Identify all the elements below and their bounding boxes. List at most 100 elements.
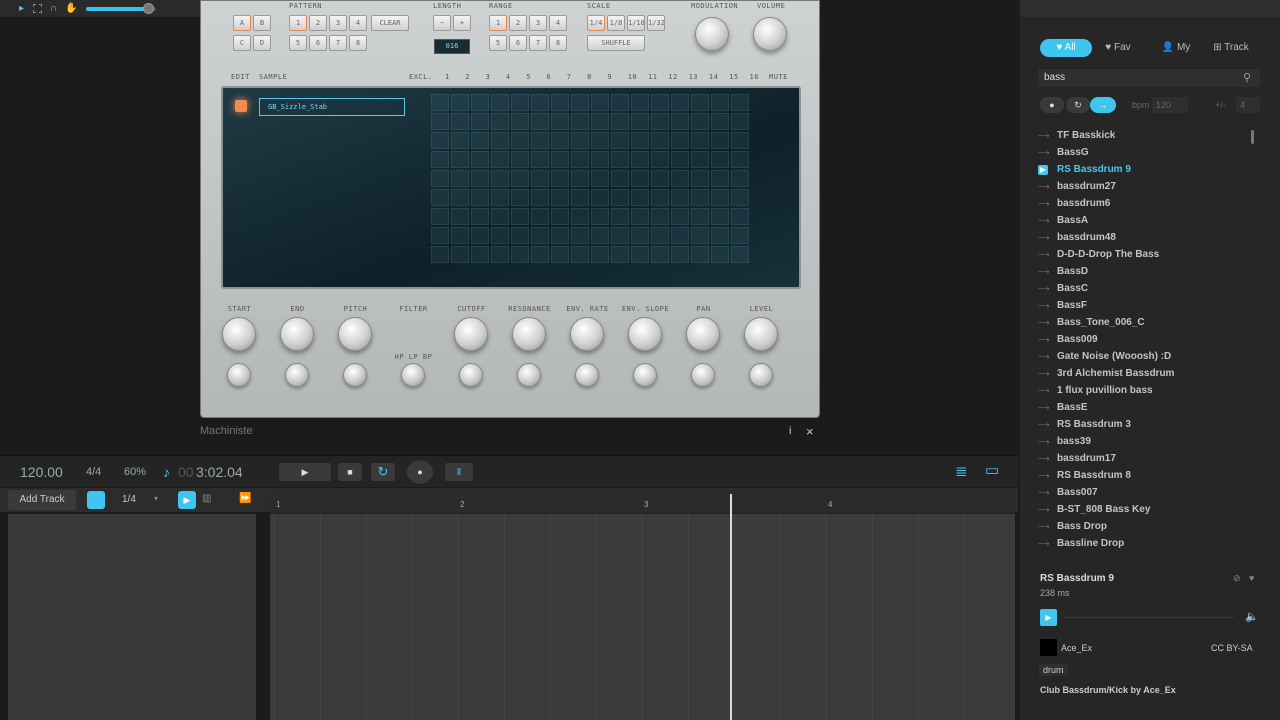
modulation-amount-knob[interactable]: [575, 363, 599, 387]
select-arrow-icon[interactable]: ▸: [16, 3, 27, 14]
step-cell[interactable]: [491, 94, 509, 111]
step-cell[interactable]: [671, 227, 689, 244]
knob[interactable]: [570, 317, 604, 351]
result-item[interactable]: ⟶ RS Bassdrum 3: [1038, 416, 1260, 433]
all-filter-icon[interactable]: →: [1090, 97, 1116, 113]
step-cell[interactable]: [651, 94, 669, 111]
step-cell[interactable]: [731, 151, 749, 168]
one-shot-icon[interactable]: ⟶: [1038, 539, 1049, 549]
edit-led[interactable]: [235, 100, 247, 112]
result-item[interactable]: ⟶ bass39: [1038, 433, 1260, 450]
step-cell[interactable]: [551, 208, 569, 225]
range-2-button[interactable]: 2: [509, 15, 527, 31]
pattern-8-button[interactable]: 8: [349, 35, 367, 51]
step-cell[interactable]: [611, 189, 629, 206]
step-cell[interactable]: [491, 189, 509, 206]
step-cell[interactable]: [651, 189, 669, 206]
quantize-select[interactable]: 1/4: [122, 494, 136, 505]
step-cell[interactable]: [651, 113, 669, 130]
scale-3-button[interactable]: 1/16: [627, 15, 645, 31]
one-shot-icon[interactable]: ⟶: [1038, 369, 1049, 379]
step-cell[interactable]: [431, 170, 449, 187]
result-item[interactable]: ⟶ bassdrum6: [1038, 195, 1260, 212]
one-shot-icon[interactable]: ⟶: [1038, 216, 1049, 226]
step-cell[interactable]: [691, 189, 709, 206]
result-item[interactable]: ⟶ B-ST_808 Bass Key: [1038, 501, 1260, 518]
step-cell[interactable]: [571, 151, 589, 168]
one-shot-icon[interactable]: ⟶: [1038, 488, 1049, 498]
knob[interactable]: [686, 317, 720, 351]
step-cell[interactable]: [731, 113, 749, 130]
step-cell[interactable]: [511, 94, 529, 111]
tab-track[interactable]: ⊞ Track: [1206, 39, 1256, 57]
result-item[interactable]: ⟶ Bass Drop: [1038, 518, 1260, 535]
one-shot-icon[interactable]: ⟶: [1038, 148, 1049, 158]
step-cell[interactable]: [451, 246, 469, 263]
step-cell[interactable]: [451, 208, 469, 225]
step-cell[interactable]: [431, 208, 449, 225]
step-cell[interactable]: [531, 246, 549, 263]
step-cell[interactable]: [571, 132, 589, 149]
info-icon[interactable]: i: [789, 425, 791, 437]
modulation-amount-knob[interactable]: [749, 363, 773, 387]
step-cell[interactable]: [651, 170, 669, 187]
step-cell[interactable]: [431, 94, 449, 111]
result-item[interactable]: ⟶ Gate Noise (Wooosh) :D: [1038, 348, 1260, 365]
preview-play-button[interactable]: ▶: [1040, 609, 1057, 626]
scale-2-button[interactable]: 1/8: [607, 15, 625, 31]
step-cell[interactable]: [511, 132, 529, 149]
result-item[interactable]: ⟶ Bassline Drop: [1038, 535, 1260, 552]
knob[interactable]: [454, 317, 488, 351]
step-cell[interactable]: [551, 94, 569, 111]
step-grid[interactable]: [431, 94, 749, 263]
result-item[interactable]: ⟶ bassdrum27: [1038, 178, 1260, 195]
range-4-button[interactable]: 4: [549, 15, 567, 31]
one-shot-icon[interactable]: ⟶: [1038, 386, 1049, 396]
step-cell[interactable]: [591, 246, 609, 263]
step-cell[interactable]: [631, 189, 649, 206]
step-cell[interactable]: [491, 208, 509, 225]
step-cell[interactable]: [651, 208, 669, 225]
follow-icon[interactable]: ▶: [178, 491, 196, 509]
step-cell[interactable]: [551, 170, 569, 187]
tracks-icon[interactable]: ≣: [955, 462, 968, 480]
bpm-input[interactable]: 120: [1152, 97, 1188, 113]
record-button[interactable]: ●: [406, 459, 434, 485]
result-item[interactable]: ⟶ RS Bassdrum 8: [1038, 467, 1260, 484]
tab-all[interactable]: ♥ All: [1040, 39, 1092, 57]
step-cell[interactable]: [491, 132, 509, 149]
detail-license[interactable]: CC BY-SA: [1211, 643, 1253, 653]
results-scrollbar[interactable]: [1251, 130, 1254, 144]
pattern-2-button[interactable]: 2: [309, 15, 327, 31]
modulation-amount-knob[interactable]: [691, 363, 715, 387]
step-cell[interactable]: [671, 170, 689, 187]
one-shot-icon[interactable]: ⟶: [1038, 471, 1049, 481]
modulation-amount-knob[interactable]: [633, 363, 657, 387]
plusminus-input[interactable]: 4: [1236, 97, 1260, 113]
result-item[interactable]: ⟶ BassC: [1038, 280, 1260, 297]
add-track-button[interactable]: Add Track: [8, 490, 76, 510]
pattern-3-button[interactable]: 3: [329, 15, 347, 31]
step-cell[interactable]: [611, 227, 629, 244]
loop-button[interactable]: ↻: [370, 462, 396, 482]
result-item[interactable]: ⟶ Bass007: [1038, 484, 1260, 501]
step-cell[interactable]: [471, 227, 489, 244]
step-cell[interactable]: [711, 227, 729, 244]
pattern-4-button[interactable]: 4: [349, 15, 367, 31]
step-cell[interactable]: [531, 227, 549, 244]
step-cell[interactable]: [651, 151, 669, 168]
range-6-button[interactable]: 6: [509, 35, 527, 51]
result-item[interactable]: ⟶ BassD: [1038, 263, 1260, 280]
one-shot-icon[interactable]: ⟶: [1038, 182, 1049, 192]
one-shot-icon[interactable]: ⟶: [1038, 420, 1049, 430]
modulation-amount-knob[interactable]: [227, 363, 251, 387]
knob[interactable]: [280, 317, 314, 351]
step-cell[interactable]: [471, 113, 489, 130]
loop-filter-icon[interactable]: ↻: [1066, 97, 1090, 113]
step-cell[interactable]: [631, 94, 649, 111]
playhead[interactable]: [730, 494, 732, 720]
step-cell[interactable]: [631, 170, 649, 187]
one-shot-icon[interactable]: ⟶: [1038, 233, 1049, 243]
step-cell[interactable]: [631, 227, 649, 244]
pattern-6-button[interactable]: 6: [309, 35, 327, 51]
